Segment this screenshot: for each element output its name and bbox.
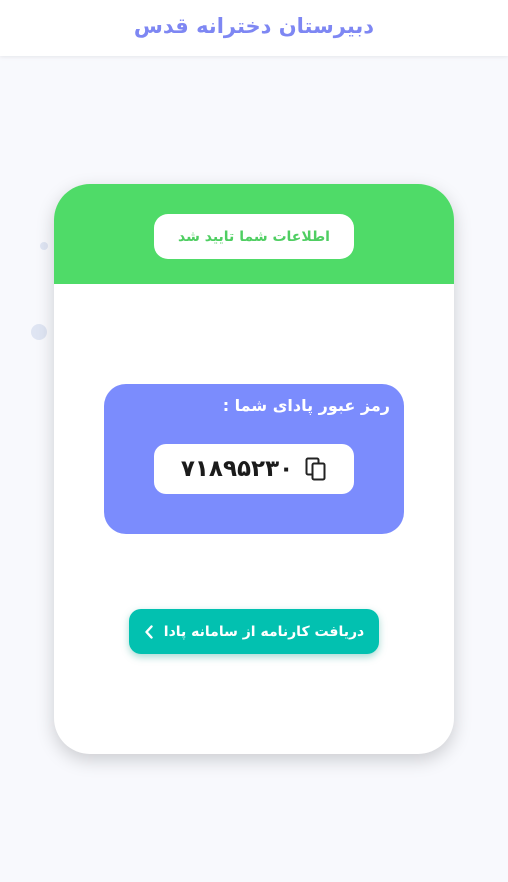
copy-icon[interactable] bbox=[305, 457, 327, 481]
top-header: دبیرستان دخترانه قدس bbox=[0, 0, 508, 56]
get-report-button[interactable]: دریافت کارنامه از سامانه پادا bbox=[129, 609, 379, 654]
password-value: ۷۱۸۹۵۲۳۰ bbox=[180, 456, 294, 482]
result-card: اطلاعات شما تایید شد رمز عبور پادای شما … bbox=[54, 184, 454, 754]
decorative-dot bbox=[40, 242, 48, 250]
password-panel: رمز عبور پادای شما : ۷۱۸۹۵۲۳۰ bbox=[104, 384, 404, 534]
password-copy-field[interactable]: ۷۱۸۹۵۲۳۰ bbox=[154, 444, 354, 494]
decorative-dot bbox=[31, 324, 47, 340]
password-label: رمز عبور پادای شما : bbox=[222, 396, 390, 415]
school-title: دبیرستان دخترانه قدس bbox=[133, 14, 375, 38]
chevron-left-icon bbox=[145, 624, 153, 639]
confirmation-message: اطلاعات شما تایید شد bbox=[154, 214, 354, 259]
report-button-label: دریافت کارنامه از سامانه پادا bbox=[163, 623, 365, 640]
